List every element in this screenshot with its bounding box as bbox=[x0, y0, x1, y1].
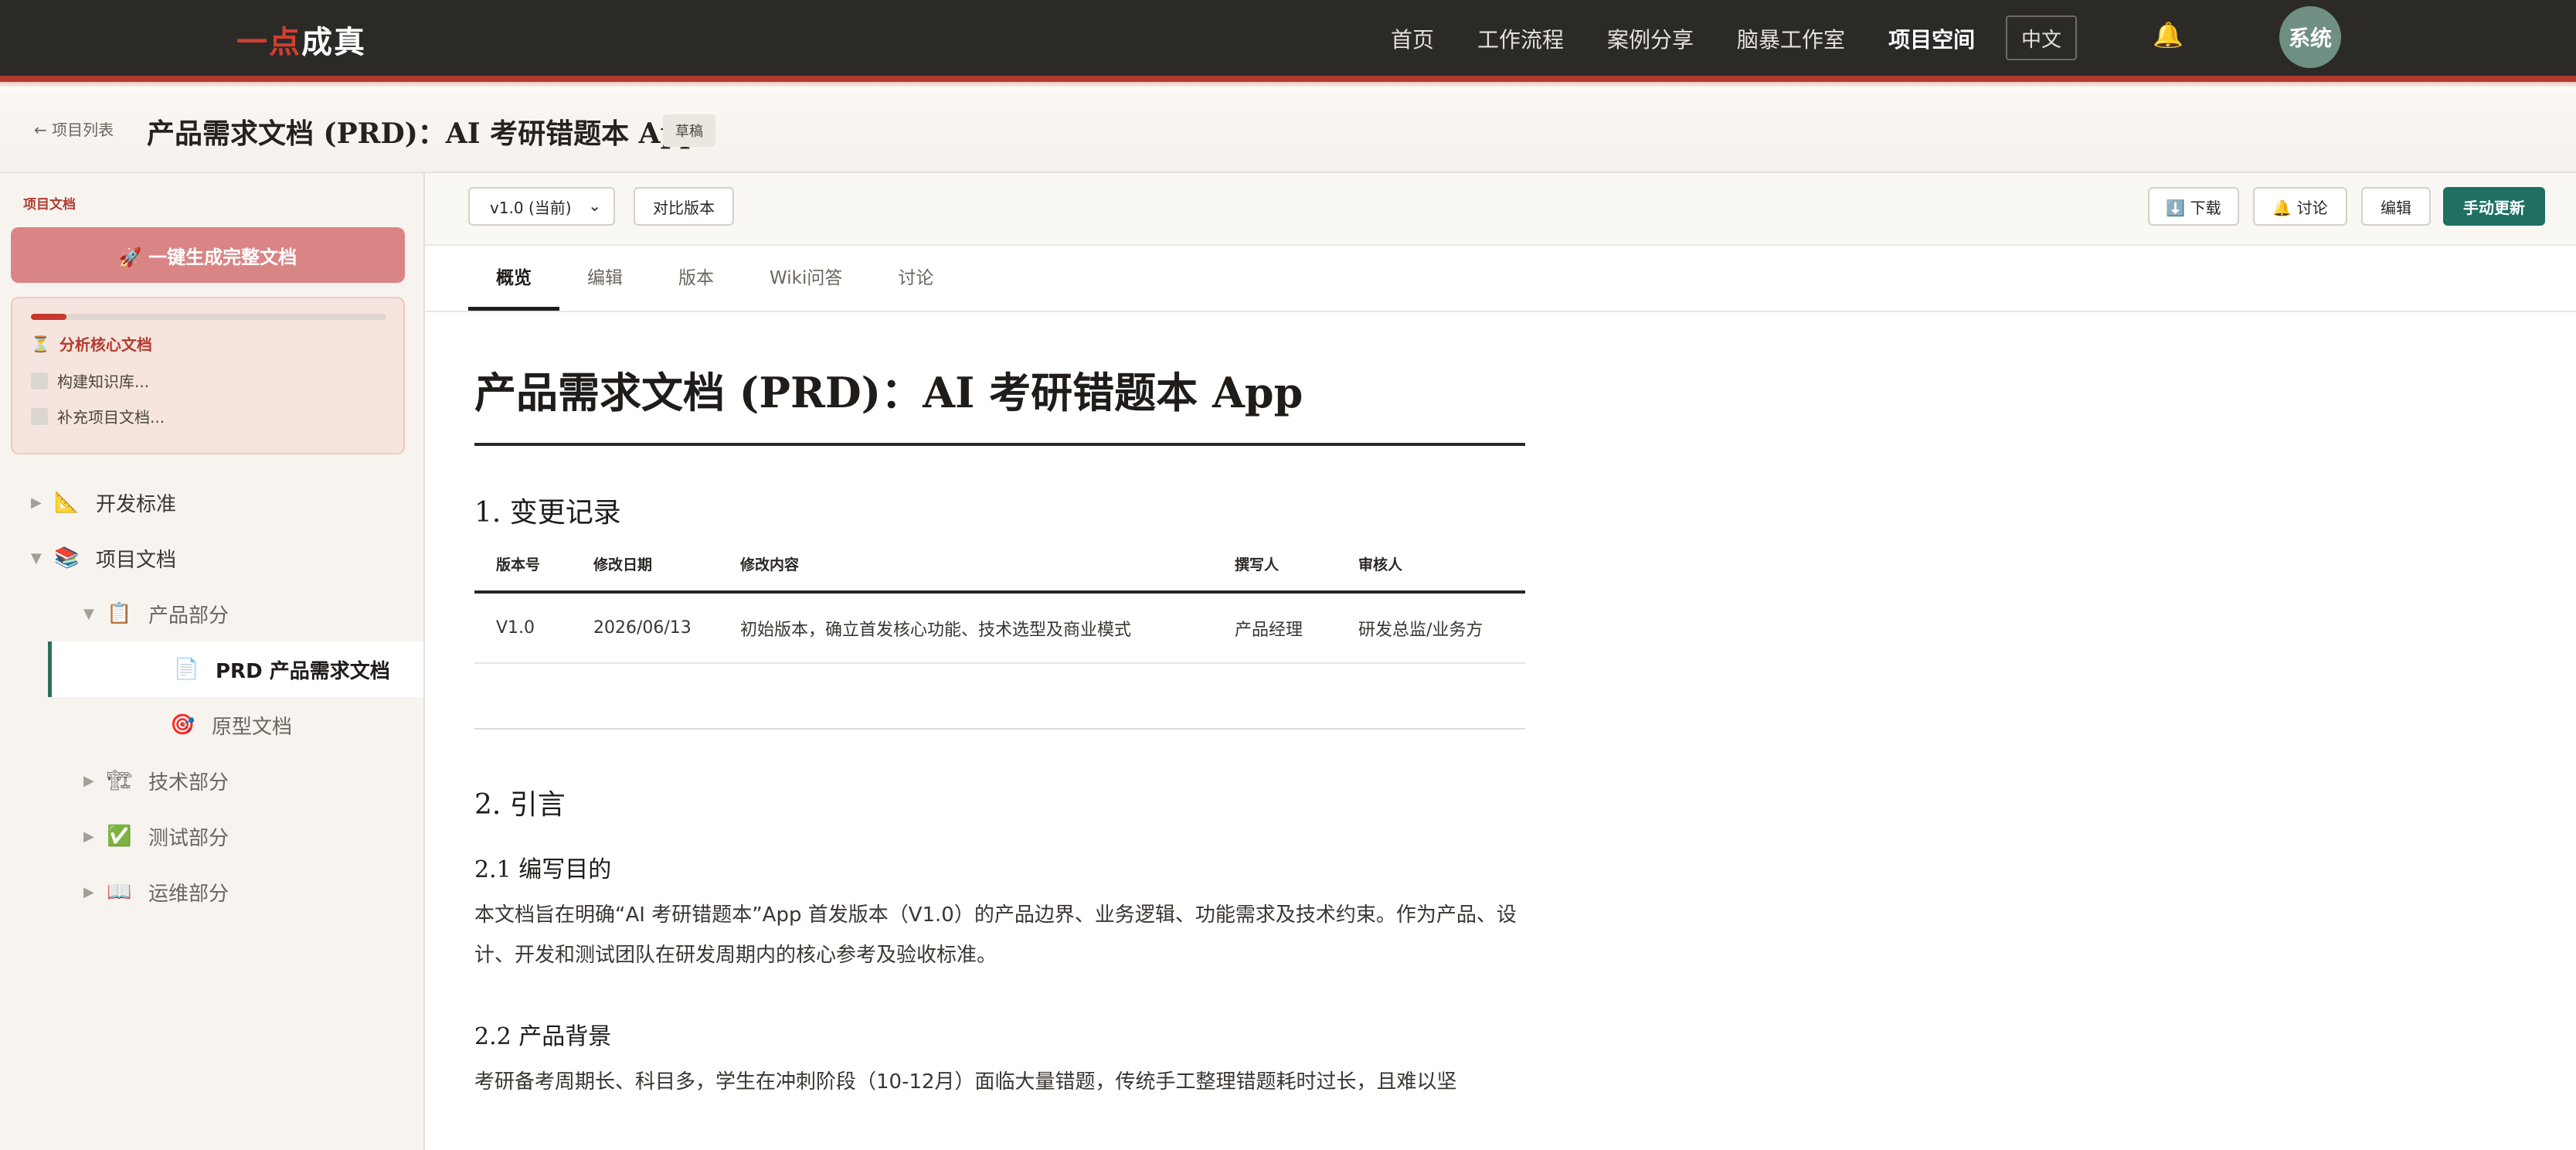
language-button[interactable]: 中文 bbox=[2006, 15, 2077, 60]
sidebar: 项目文档 🚀 一键生成完整文档 ⏳ 分析核心文档 构建知识库... 补充项目文档… bbox=[0, 173, 425, 1150]
step-label: 补充项目文档... bbox=[57, 408, 165, 427]
step-analyze-core-docs: ⏳ 分析核心文档 bbox=[31, 332, 152, 355]
clipboard-icon: 📋 bbox=[107, 602, 132, 625]
tab-discussion[interactable]: 讨论 bbox=[870, 246, 961, 311]
nav-brainstorm[interactable]: 脑暴工作室 bbox=[1737, 23, 1845, 54]
table-cell: 初始版本，确立首发核心功能、技术选型及商业模式 bbox=[719, 592, 1213, 664]
document-header: ← 项目列表 产品需求文档 (PRD)：AI 考研错题本 App 草稿 bbox=[0, 93, 2576, 173]
column-header: 撰写人 bbox=[1213, 536, 1337, 594]
collapse-arrow-icon[interactable]: ▼ bbox=[83, 606, 107, 622]
section-heading-changelog: 1. 变更记录 bbox=[474, 497, 621, 529]
check-mark-icon: ✅ bbox=[107, 825, 132, 848]
table-row: V1.0 2026/06/13 初始版本，确立首发核心功能、技术选型及商业模式 … bbox=[474, 592, 1525, 664]
edit-button[interactable]: 编辑 bbox=[2361, 187, 2431, 226]
pending-checkbox-icon bbox=[31, 372, 48, 390]
tree-item-label: 测试部分 bbox=[148, 826, 229, 850]
step-label: 构建知识库... bbox=[57, 373, 150, 391]
tree-item-label: 运维部分 bbox=[148, 882, 229, 906]
column-header: 版本号 bbox=[474, 536, 572, 594]
table-cell: 研发总监/业务方 bbox=[1337, 592, 1525, 664]
back-to-project-list-link[interactable]: ← 项目列表 bbox=[34, 117, 114, 140]
notification-bell-icon[interactable]: 🔔 bbox=[2153, 20, 2183, 49]
expand-arrow-icon[interactable]: ▶ bbox=[83, 828, 107, 845]
nav-home[interactable]: 首页 bbox=[1391, 23, 1434, 54]
generation-progress-card: ⏳ 分析核心文档 构建知识库... 补充项目文档... bbox=[11, 297, 405, 454]
changelog-table: 版本号 修改日期 修改内容 撰写人 审核人 V1.0 2026/06/13 初始… bbox=[474, 536, 1525, 664]
table-cell: V1.0 bbox=[474, 592, 572, 664]
logo[interactable]: 一点成真 bbox=[236, 17, 366, 62]
download-button[interactable]: ⬇️ 下载 bbox=[2148, 187, 2239, 226]
tree-item-prd[interactable]: 📄 PRD 产品需求文档 bbox=[48, 641, 423, 697]
expand-arrow-icon[interactable]: ▶ bbox=[83, 884, 107, 900]
compare-versions-button[interactable]: 对比版本 bbox=[634, 187, 734, 226]
sidebar-section-label: 项目文档 bbox=[23, 197, 76, 213]
nav-workflow[interactable]: 工作流程 bbox=[1477, 23, 1564, 54]
avatar[interactable]: 系统 bbox=[2279, 6, 2341, 68]
tree-item-label: 项目文档 bbox=[96, 548, 177, 572]
expand-arrow-icon[interactable]: ▶ bbox=[31, 495, 54, 511]
generate-full-document-button[interactable]: 🚀 一键生成完整文档 bbox=[11, 227, 405, 283]
document-toolbar: v1.0 (当前) ⌄ 对比版本 ⬇️ 下载 🔔 讨论 编辑 手动更新 bbox=[425, 173, 2576, 246]
table-cell: 产品经理 bbox=[1213, 592, 1337, 664]
tree-item-label: 开发标准 bbox=[96, 492, 177, 516]
step-build-knowledge-base: 构建知识库... bbox=[31, 369, 149, 392]
tree-item-dev-standards[interactable]: ▶ 📐 开发标准 bbox=[0, 475, 423, 530]
tree-item-ops[interactable]: ▶ 📖 运维部分 bbox=[0, 864, 423, 920]
main-content: v1.0 (当前) ⌄ 对比版本 ⬇️ 下载 🔔 讨论 编辑 手动更新 概览 编… bbox=[425, 173, 2576, 1150]
paragraph-purpose: 本文档旨在明确“AI 考研错题本”App 首发版本（V1.0）的产品边界、业务逻… bbox=[474, 903, 1517, 967]
document-heading: 产品需求文档 (PRD)：AI 考研错题本 App bbox=[474, 359, 1525, 446]
step-supplement-docs: 补充项目文档... bbox=[31, 405, 165, 427]
construction-icon: 🏗 bbox=[107, 769, 133, 792]
tree-item-product[interactable]: ▼ 📋 产品部分 bbox=[0, 586, 423, 641]
nav-cases[interactable]: 案例分享 bbox=[1607, 23, 1694, 54]
tree-item-tech[interactable]: ▶ 🏗 技术部分 bbox=[0, 753, 423, 808]
column-header: 修改内容 bbox=[719, 536, 1213, 594]
discuss-button[interactable]: 🔔 讨论 bbox=[2253, 187, 2347, 226]
progress-bar-fill bbox=[31, 314, 66, 320]
version-select[interactable]: v1.0 (当前) ⌄ bbox=[468, 187, 615, 226]
pending-checkbox-icon bbox=[31, 407, 48, 425]
section-heading-intro: 2. 引言 bbox=[474, 789, 566, 821]
triangle-ruler-icon: 📐 bbox=[54, 491, 80, 514]
tree-item-project-docs[interactable]: ▼ 📚 项目文档 bbox=[0, 530, 423, 586]
collapse-arrow-icon[interactable]: ▼ bbox=[31, 550, 54, 566]
tree-item-label: PRD 产品需求文档 bbox=[216, 659, 390, 683]
nav-project-space[interactable]: 项目空间 bbox=[1888, 23, 1975, 54]
tree-item-label: 产品部分 bbox=[148, 604, 229, 628]
step-label: 分析核心文档 bbox=[59, 335, 152, 354]
document-article: 产品需求文档 (PRD)：AI 考研错题本 App 1. 变更记录 版本号 修改… bbox=[474, 359, 1525, 1094]
paragraph-background: 考研备考周期长、科目多，学生在冲刺阶段（10-12月）面临大量错题，传统手工整理… bbox=[474, 1070, 1457, 1094]
tab-wiki-qa[interactable]: Wiki问答 bbox=[742, 246, 870, 311]
table-cell: 2026/06/13 bbox=[572, 592, 719, 664]
open-book-icon: 📖 bbox=[107, 880, 132, 903]
tree-item-label: 技术部分 bbox=[148, 771, 229, 794]
target-icon: 🎯 bbox=[170, 713, 195, 737]
version-select-value: v1.0 (当前) bbox=[490, 198, 572, 217]
tree-item-testing[interactable]: ▶ ✅ 测试部分 bbox=[0, 808, 423, 864]
document-tabs: 概览 编辑 版本 Wiki问答 讨论 bbox=[468, 246, 961, 311]
column-header: 审核人 bbox=[1337, 536, 1525, 594]
manual-update-button[interactable]: 手动更新 bbox=[2443, 187, 2545, 226]
status-badge: 草稿 bbox=[663, 114, 715, 147]
main-nav: 首页 工作流程 案例分享 脑暴工作室 项目空间 bbox=[1391, 23, 2018, 54]
top-navbar: 一点成真 首页 工作流程 案例分享 脑暴工作室 项目空间 中文 🔔 系统 bbox=[0, 0, 2576, 87]
chevron-down-icon: ⌄ bbox=[588, 196, 601, 215]
books-icon: 📚 bbox=[54, 546, 80, 570]
tree-item-prototype[interactable]: 🎯 原型文档 bbox=[0, 697, 423, 753]
table-header-row: 版本号 修改日期 修改内容 撰写人 审核人 bbox=[474, 536, 1525, 594]
section-divider bbox=[474, 728, 1525, 730]
column-header: 修改日期 bbox=[572, 536, 719, 594]
tab-overview[interactable]: 概览 bbox=[468, 246, 559, 311]
document-icon: 📄 bbox=[174, 658, 199, 681]
expand-arrow-icon[interactable]: ▶ bbox=[83, 773, 107, 789]
tabs-divider bbox=[425, 311, 2576, 312]
hourglass-icon: ⏳ bbox=[31, 334, 50, 353]
progress-bar bbox=[31, 314, 386, 320]
subsection-heading-background: 2.2 产品背景 bbox=[474, 1023, 612, 1050]
tab-versions[interactable]: 版本 bbox=[651, 246, 742, 311]
subsection-heading-purpose: 2.1 编写目的 bbox=[474, 856, 612, 883]
tree-item-label: 原型文档 bbox=[212, 715, 293, 739]
tab-edit[interactable]: 编辑 bbox=[559, 246, 651, 311]
page-title: 产品需求文档 (PRD)：AI 考研错题本 App bbox=[147, 117, 699, 150]
